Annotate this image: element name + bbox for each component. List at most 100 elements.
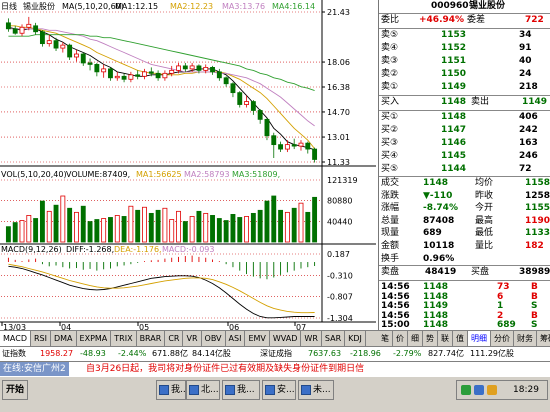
ma4-label: MA4:16.14 — [272, 2, 315, 11]
tab-sar[interactable]: SAR — [322, 331, 346, 346]
index2-amount: 827.74亿 — [428, 349, 464, 358]
buyin-value: 1148 — [441, 97, 467, 107]
indicator-tabs[interactable]: MACD RSI DMA EXPMA TRIX BRAR CR VR OBV ASI EMV WVAD… — [0, 330, 378, 346]
bid-price: 1147 — [441, 125, 467, 135]
volume-icon[interactable] — [474, 385, 484, 395]
volume-bar — [39, 200, 45, 243]
side-tab[interactable]: 值 — [453, 331, 468, 346]
stat-value: ▼-110 — [423, 190, 453, 201]
candle-body — [108, 68, 113, 79]
bid-row: 买③ 1146 163 — [379, 137, 550, 150]
candle-body — [101, 68, 107, 73]
volume-bar — [284, 211, 290, 243]
tab-obv[interactable]: OBV — [202, 331, 226, 346]
index-bar[interactable]: 证指数 1958.27 -48.93 -2.44% 671.88亿 84.14亿… — [0, 346, 550, 361]
volume-bar — [203, 212, 209, 243]
side-tab[interactable]: 筹码分布 — [537, 331, 550, 346]
tab-cr[interactable]: CR — [165, 331, 184, 346]
side-tab[interactable]: 笔 — [378, 331, 393, 346]
candle-body — [291, 144, 297, 147]
tab-emv[interactable]: EMV — [245, 331, 270, 346]
ratio-value: +46.94% — [419, 15, 465, 25]
side-tab[interactable]: 明细 — [468, 331, 491, 346]
volume-tick-label: 40440 — [327, 217, 352, 226]
ask-row: 卖① 1149 218 — [379, 81, 550, 94]
ask-level-label: 卖③ — [381, 56, 399, 66]
index2-shares: 111.29亿股 — [470, 349, 514, 358]
side-tab[interactable]: 价 — [393, 331, 408, 346]
network-icon[interactable] — [461, 385, 471, 395]
side-tab[interactable]: 势 — [423, 331, 438, 346]
volume-bar — [298, 202, 304, 243]
volume-bar — [135, 209, 141, 243]
outer-inner-row: 卖盘 48419 买盘 38989 — [379, 266, 550, 279]
side-tab[interactable]: 联 — [438, 331, 453, 346]
quote-side-tabs[interactable]: 笔价细势联值明细分价财务筹码分布 — [378, 330, 550, 346]
bid-volume: 242 — [519, 125, 538, 135]
tab-asi[interactable]: ASI — [226, 331, 246, 346]
index1-change: -48.93 — [80, 349, 106, 358]
tab-macd[interactable]: MACD — [0, 331, 31, 346]
inner-label: 买盘 — [471, 267, 490, 277]
volume-bar — [244, 216, 249, 243]
tab-wr[interactable]: WR — [301, 331, 322, 346]
sellout-label: 卖出 — [471, 97, 490, 107]
volume-bar — [19, 220, 25, 243]
chart-pane[interactable]: 21.43 18.06 16.38 14.70 13.01 11.33 日线 锡业股份 MA(5… — [0, 0, 376, 330]
volume-bar — [148, 212, 154, 243]
volume-bar — [94, 219, 100, 243]
ratio-label: 委比 — [381, 15, 400, 25]
volume-bar — [291, 207, 297, 243]
tab-kdj[interactable]: KDJ — [345, 331, 366, 346]
taskbar-window-button[interactable]: 未... — [298, 380, 334, 400]
candle-body — [196, 65, 202, 71]
side-tab[interactable]: 财务 — [514, 331, 537, 346]
taskbar-window-button[interactable]: 我... — [156, 380, 186, 400]
tab-wvad[interactable]: WVAD — [270, 331, 302, 346]
tab-vr[interactable]: VR — [183, 331, 202, 346]
side-tab[interactable]: 分价 — [491, 331, 514, 346]
volume-bar — [5, 226, 11, 243]
buyin-row: 买入 1148 卖出 1149 — [379, 96, 550, 109]
stock-name: 锡业股份 — [469, 1, 506, 11]
bid-price: 1144 — [441, 164, 467, 174]
tab-brar[interactable]: BRAR — [137, 331, 166, 346]
ask-row: 卖⑤ 1153 34 — [379, 29, 550, 42]
ask-level-label: 卖① — [381, 82, 399, 92]
taskbar-window-button[interactable]: 我... — [222, 380, 260, 400]
stat-value: 689 — [423, 228, 442, 239]
taskbar-window-button[interactable]: 安... — [262, 380, 296, 400]
volume-ma2-label: MA2:58793 — [184, 170, 230, 179]
ask-volume: 91 — [519, 43, 532, 53]
ask-level-label: 卖⑤ — [381, 30, 399, 40]
ma1-label: MA1:12.15 — [115, 2, 158, 11]
volume-bar — [271, 195, 277, 243]
candle-body — [223, 77, 229, 85]
start-button[interactable]: 开始 — [2, 380, 28, 400]
candle-body — [26, 23, 32, 28]
news-bar[interactable]: 在线:安信广州2 自3月26日起，我司将对身份证件已过有效期及缺失身份证件到期日… — [0, 361, 550, 376]
tab-expma[interactable]: EXPMA — [77, 331, 112, 346]
tab-dma[interactable]: DMA — [51, 331, 77, 346]
security-icon[interactable] — [487, 385, 497, 395]
side-tab[interactable]: 细 — [408, 331, 423, 346]
ma3-label: MA3:13.76 — [222, 2, 265, 11]
tab-rsi[interactable]: RSI — [31, 331, 51, 346]
date-label: 05 — [139, 323, 149, 330]
kline-chart[interactable]: 21.4318.0616.3814.7013.0111.33日线 锡业股份 MA(5… — [0, 0, 376, 330]
stat-row: 换手 0.96% — [379, 253, 550, 266]
stat-row: 金额 10118 量比 182 — [379, 240, 550, 253]
index1-value: 1958.27 — [40, 349, 74, 358]
volume-bar — [196, 210, 202, 243]
news-ticker[interactable]: 自3月26日起，我司将对身份证件已过有效期及缺失身份证件到期日信 — [86, 362, 364, 376]
taskbar-window-button[interactable]: 北... — [186, 380, 220, 400]
volume-bar — [162, 207, 168, 243]
candle-body — [87, 62, 93, 65]
candle-body — [114, 75, 120, 79]
volume-bar — [210, 215, 215, 243]
candle-body — [230, 83, 236, 94]
stat-row: 现量 689 最低 1133 — [379, 227, 550, 240]
tab-trix[interactable]: TRIX — [111, 331, 137, 346]
price-tick-label: 14.70 — [327, 108, 350, 117]
volume-bar — [26, 215, 32, 243]
